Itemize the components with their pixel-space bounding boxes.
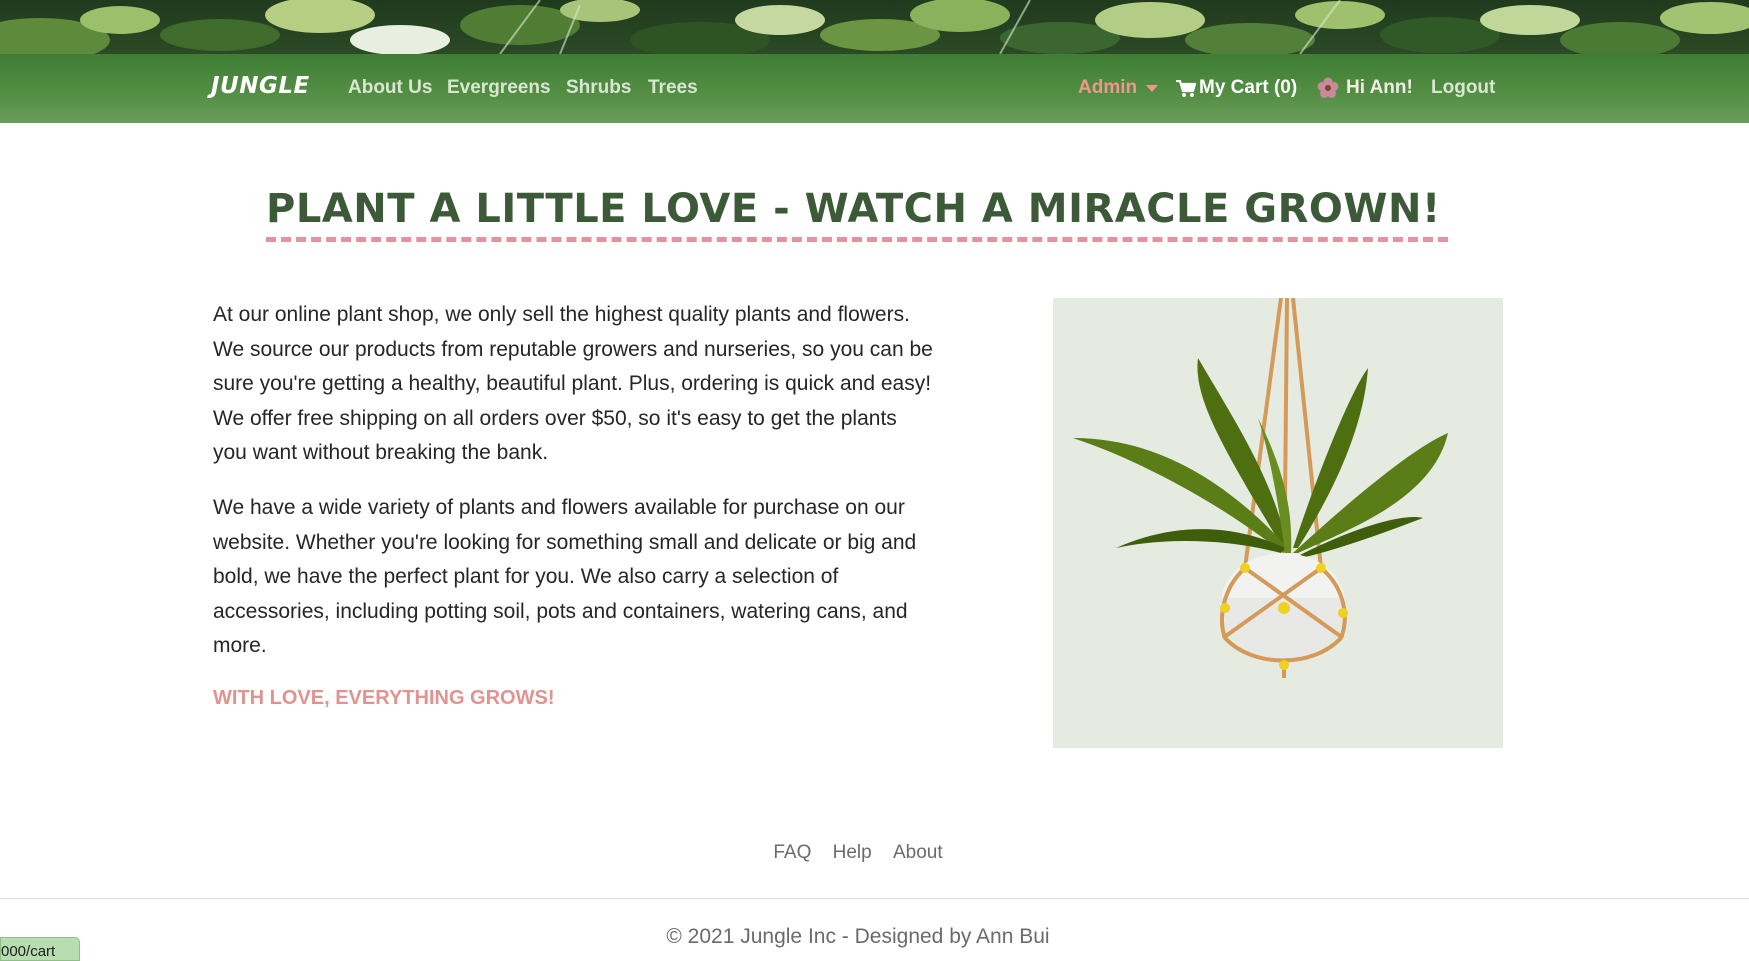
variety-paragraph: We have a wide variety of plants and flo… [213, 496, 917, 657]
nav-shrubs[interactable]: Shrubs [566, 77, 631, 99]
brand-logo[interactable]: JUNGLE [211, 73, 310, 99]
link-status-tooltip: 000/cart [0, 937, 80, 961]
caret-down-icon[interactable] [1146, 85, 1158, 92]
footer-divider [0, 898, 1749, 899]
nav-evergreens[interactable]: Evergreens [447, 77, 551, 99]
cart-icon[interactable] [1176, 79, 1197, 103]
top-navbar: JUNGLE About Us Evergreens Shrubs Trees … [0, 54, 1749, 123]
footer-link-about[interactable]: About [893, 842, 943, 863]
headline-dashed-underline [266, 237, 1448, 242]
footer-link-faq[interactable]: FAQ [773, 842, 811, 863]
nav-about-us[interactable]: About Us [348, 77, 432, 99]
flower-icon [1317, 77, 1339, 104]
page-headline: PLANT A LITTLE LOVE - WATCH A MIRACLE GR… [266, 186, 1441, 232]
footer-link-help[interactable]: Help [833, 842, 872, 863]
my-cart-link[interactable]: My Cart (0) [1199, 77, 1297, 99]
logout-link[interactable]: Logout [1431, 77, 1495, 99]
intro-paragraph: At our online plant shop, we only sell t… [213, 303, 933, 464]
tagline: WITH LOVE, EVERYTHING GROWS! [213, 687, 555, 709]
hanging-plant-illustration [1053, 297, 1503, 748]
user-greeting[interactable]: Hi Ann! [1346, 77, 1413, 99]
foliage-banner-image [0, 0, 1749, 54]
copyright-text: © 2021 Jungle Inc - Designed by Ann Bui [666, 925, 1050, 948]
nav-trees[interactable]: Trees [648, 77, 698, 99]
jungle-banner [0, 0, 1749, 54]
admin-dropdown[interactable]: Admin [1078, 77, 1137, 99]
footer-links: FAQ Help About [0, 842, 1716, 864]
